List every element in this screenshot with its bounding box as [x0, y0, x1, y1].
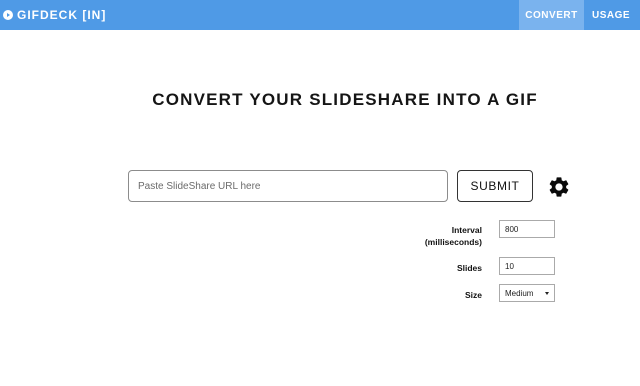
- caret-down-icon: [545, 291, 549, 295]
- size-select[interactable]: Medium: [499, 284, 555, 302]
- slides-label: Slides: [456, 263, 482, 273]
- navbar: GIFDECK [IN] CONVERT USAGE: [0, 0, 640, 30]
- interval-label-line1: Interval: [451, 225, 482, 235]
- interval-input[interactable]: [499, 220, 555, 238]
- size-selected-value: Medium: [505, 288, 534, 298]
- submit-button[interactable]: SUBMIT: [457, 170, 533, 202]
- slideshare-url-input[interactable]: [128, 170, 448, 202]
- brand-name: GIFDECK [IN]: [17, 8, 107, 22]
- nav-usage-link[interactable]: USAGE: [584, 0, 640, 30]
- interval-label-line2: (milliseconds): [424, 237, 482, 247]
- brand-link[interactable]: GIFDECK [IN]: [3, 0, 106, 30]
- nav-links: CONVERT USAGE: [519, 0, 640, 30]
- play-circle-icon: [3, 10, 13, 20]
- gear-icon[interactable]: [547, 175, 571, 199]
- interval-label: Interval (milliseconds): [400, 224, 482, 248]
- page-title: CONVERT YOUR SLIDESHARE INTO A GIF: [152, 90, 538, 109]
- slides-input[interactable]: [499, 257, 555, 275]
- size-label: Size: [464, 290, 482, 300]
- nav-convert-link[interactable]: CONVERT: [519, 0, 584, 30]
